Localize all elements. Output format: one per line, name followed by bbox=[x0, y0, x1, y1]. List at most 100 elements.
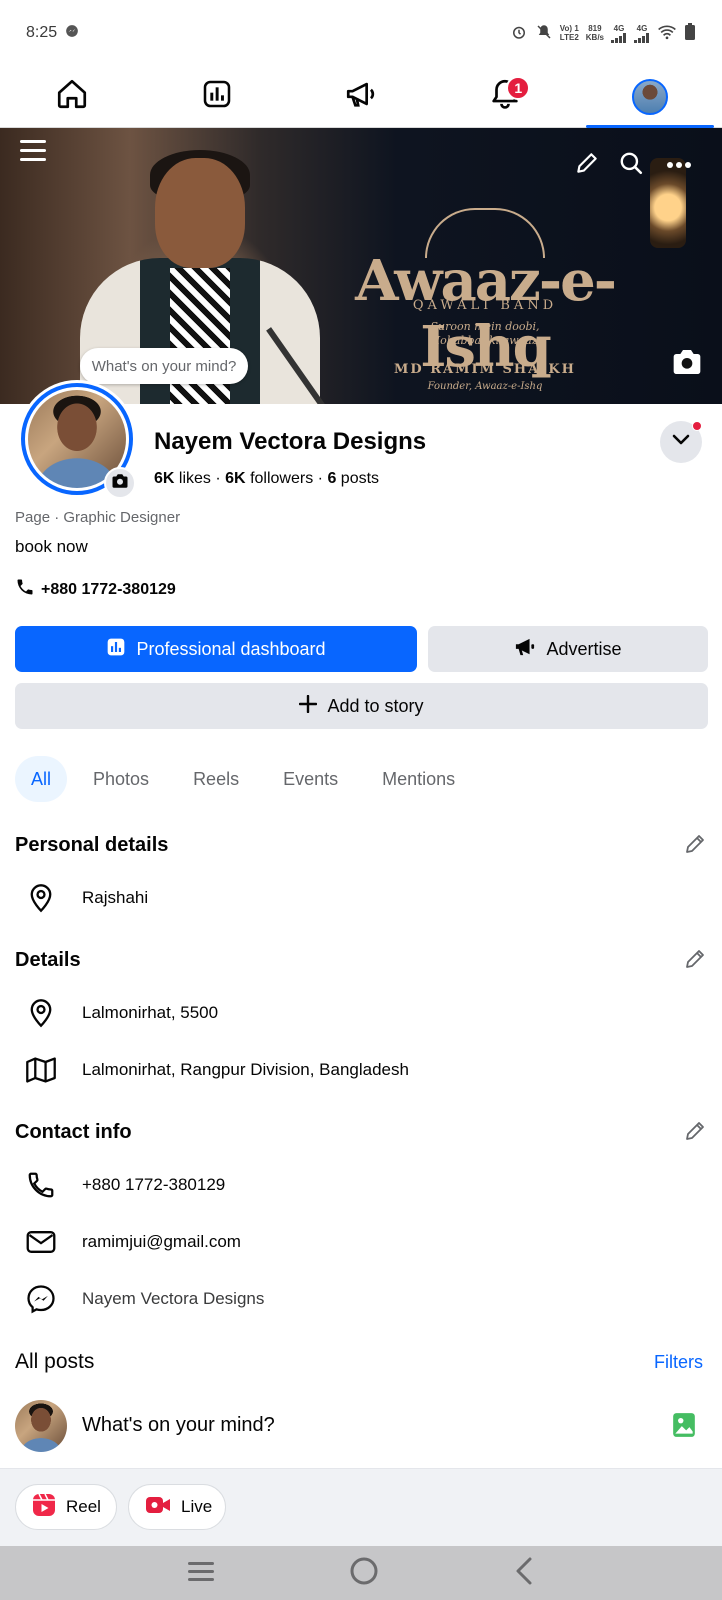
followers-label: followers bbox=[250, 470, 314, 487]
more-dots-icon bbox=[666, 156, 692, 174]
nav-dashboard[interactable] bbox=[144, 66, 288, 127]
posts-count: 6 bbox=[327, 470, 337, 487]
battery-icon bbox=[684, 23, 696, 43]
camera-icon bbox=[671, 348, 703, 381]
add-photo-button[interactable] bbox=[672, 1412, 696, 1443]
location-text: Rajshahi bbox=[82, 888, 149, 907]
intro-phone[interactable]: +880 1772-380129 bbox=[15, 577, 176, 602]
region-text: Lalmonirhat, Rangpur Division, Banglades… bbox=[82, 1060, 409, 1079]
cover-subtitle: QAWALI BAND bbox=[412, 298, 558, 313]
likes-count: 6K bbox=[154, 470, 175, 487]
tab-all[interactable]: All bbox=[15, 756, 68, 802]
location-pin-icon bbox=[24, 996, 58, 1030]
page-category: Page · Graphic Designer bbox=[15, 509, 181, 526]
posts-label: posts bbox=[340, 470, 380, 487]
address-text: Lalmonirhat, 5500 bbox=[82, 1003, 219, 1022]
pencil-icon bbox=[683, 1119, 707, 1148]
plus-icon bbox=[299, 694, 318, 718]
alarm-icon bbox=[510, 23, 528, 43]
notification-badge: 1 bbox=[506, 76, 531, 100]
back-button[interactable] bbox=[512, 1556, 536, 1591]
mind-prompt-bubble[interactable]: What's on your mind? bbox=[80, 348, 248, 384]
megaphone-icon bbox=[344, 77, 378, 116]
system-navigation-bar bbox=[0, 1546, 722, 1600]
status-right: Vo) 1 LTE2 819 KB/s 4G 4G bbox=[510, 23, 696, 43]
tab-events[interactable]: Events bbox=[265, 756, 356, 802]
wifi-icon bbox=[657, 24, 677, 42]
nav-profile[interactable] bbox=[578, 66, 722, 128]
contact-messenger-row[interactable]: Nayem Vectora Designs bbox=[24, 1282, 264, 1316]
intro-phone-text: +880 1772-380129 bbox=[41, 580, 176, 598]
filters-link[interactable]: Filters bbox=[654, 1352, 703, 1373]
more-options-button[interactable] bbox=[662, 150, 696, 180]
reel-icon bbox=[32, 1493, 56, 1522]
nav-home[interactable] bbox=[0, 66, 144, 127]
map-icon bbox=[24, 1053, 58, 1087]
contact-email-row[interactable]: ramimjui@gmail.com bbox=[24, 1225, 241, 1259]
tab-mentions[interactable]: Mentions bbox=[364, 756, 473, 802]
volte-indicator: Vo) 1 LTE2 bbox=[559, 24, 579, 42]
add-to-story-button[interactable]: Add to story bbox=[15, 683, 708, 729]
chevron-down-icon bbox=[672, 433, 690, 451]
post-composer-input[interactable]: What's on your mind? bbox=[82, 1414, 275, 1437]
professional-dashboard-button[interactable]: Professional dashboard bbox=[15, 626, 417, 672]
address-row: Lalmonirhat, 5500 bbox=[24, 996, 218, 1030]
contact-phone-text: +880 1772-380129 bbox=[82, 1175, 226, 1194]
mute-icon bbox=[535, 23, 553, 43]
nav-profile-avatar bbox=[631, 78, 668, 115]
page-title: Nayem Vectora Designs bbox=[154, 428, 427, 455]
cover-name: MD RAMIM SHAIKH bbox=[394, 362, 576, 377]
pencil-icon bbox=[683, 832, 707, 861]
speed-indicator: 819 KB/s bbox=[585, 24, 604, 42]
contact-phone-row[interactable]: +880 1772-380129 bbox=[24, 1168, 225, 1202]
edit-cover-button[interactable] bbox=[572, 150, 602, 180]
home-icon bbox=[55, 77, 89, 116]
tab-reels[interactable]: Reels bbox=[175, 756, 257, 802]
menu-button[interactable] bbox=[16, 138, 50, 168]
personal-details-heading: Personal details bbox=[15, 834, 169, 856]
page-bio: book now bbox=[15, 537, 88, 556]
signal-2-icon: 4G bbox=[634, 24, 650, 43]
edit-contact-info-button[interactable] bbox=[682, 1120, 708, 1146]
change-profile-picture-button[interactable] bbox=[104, 467, 136, 499]
nav-ads[interactable] bbox=[289, 66, 433, 127]
home-button[interactable] bbox=[349, 1556, 379, 1591]
top-nav: 1 bbox=[0, 66, 722, 128]
search-icon bbox=[618, 150, 644, 181]
messenger-status-icon bbox=[65, 24, 79, 43]
cover-quote: Suroon mein doobi, Mohabbat ki awaaz. bbox=[428, 320, 542, 347]
profile-stats: 6K likes · 6K followers · 6 posts bbox=[154, 470, 380, 487]
dropdown-notification-dot bbox=[692, 421, 702, 431]
cover-artwork-text: Awaaz-e-Ishq QAWALI BAND Suroon mein doo… bbox=[330, 208, 640, 404]
go-live-button[interactable]: Live bbox=[128, 1484, 226, 1530]
advertise-button[interactable]: Advertise bbox=[428, 626, 708, 672]
status-bar: 8:25 Vo) 1 LTE2 819 KB/s 4G 4G bbox=[0, 0, 722, 66]
nav-notifications[interactable]: 1 bbox=[433, 66, 577, 127]
content-tabs: All Photos Reels Events Mentions bbox=[15, 756, 473, 802]
phone-icon bbox=[24, 1168, 58, 1202]
edit-personal-details-button[interactable] bbox=[682, 833, 708, 859]
live-video-icon bbox=[145, 1495, 171, 1520]
edit-details-button[interactable] bbox=[682, 948, 708, 974]
change-cover-button[interactable] bbox=[670, 348, 704, 380]
all-posts-heading: All posts bbox=[15, 1350, 95, 1373]
contact-email-text: ramimjui@gmail.com bbox=[82, 1232, 241, 1251]
tab-photos[interactable]: Photos bbox=[75, 756, 167, 802]
create-reel-button[interactable]: Reel bbox=[15, 1484, 117, 1530]
dashboard-icon bbox=[201, 78, 233, 115]
location-row: Rajshahi bbox=[24, 881, 148, 915]
status-left: 8:25 bbox=[26, 24, 79, 43]
region-row: Lalmonirhat, Rangpur Division, Banglades… bbox=[24, 1053, 409, 1087]
avatar[interactable] bbox=[15, 1400, 67, 1452]
location-pin-icon bbox=[24, 881, 58, 915]
recent-apps-button[interactable] bbox=[186, 1559, 216, 1588]
followers-count: 6K bbox=[225, 470, 246, 487]
contact-info-heading: Contact info bbox=[15, 1121, 132, 1143]
messenger-icon bbox=[24, 1282, 58, 1316]
search-button[interactable] bbox=[616, 150, 646, 180]
status-time: 8:25 bbox=[26, 24, 58, 41]
mail-icon bbox=[24, 1225, 58, 1259]
pencil-icon bbox=[574, 150, 600, 181]
phone-icon bbox=[15, 577, 35, 602]
photo-icon bbox=[672, 1413, 696, 1442]
